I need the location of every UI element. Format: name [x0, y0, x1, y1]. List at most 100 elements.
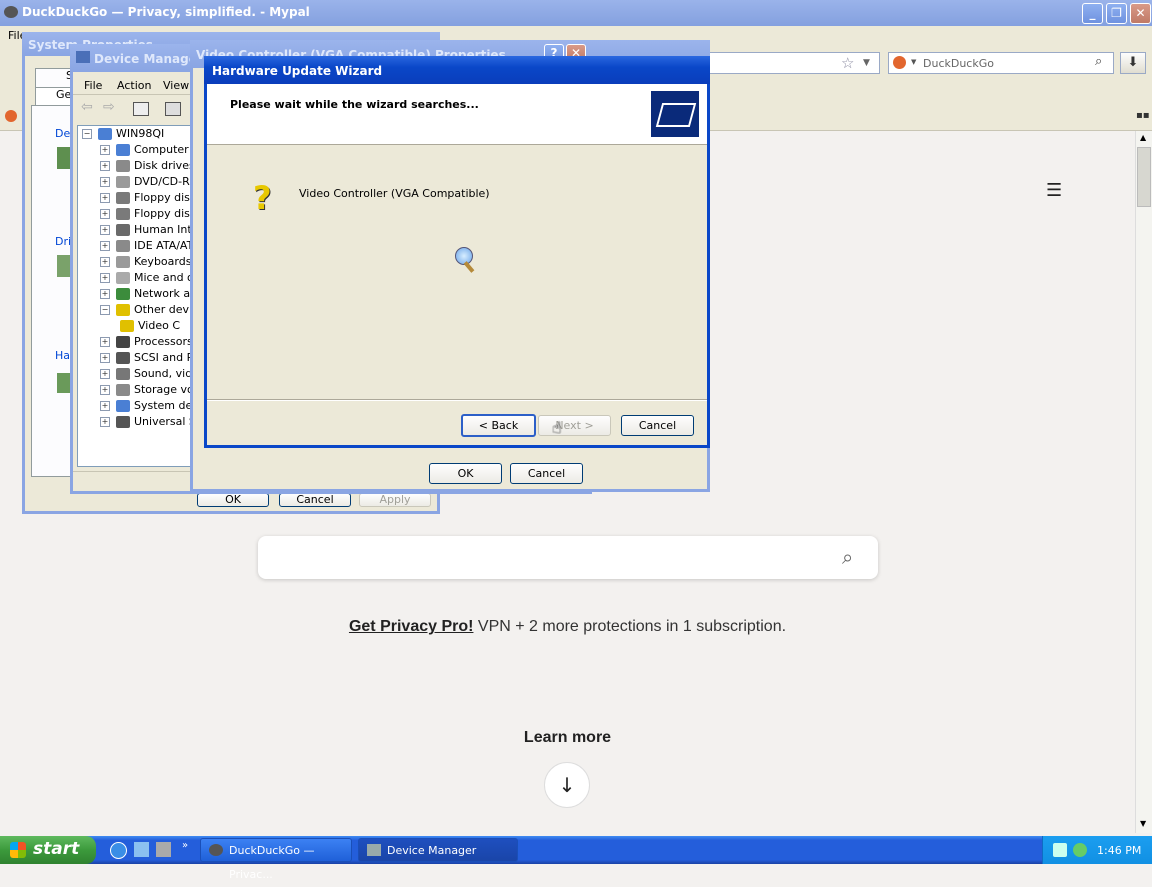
sysprop-ok-button[interactable]: OK: [197, 493, 269, 507]
expand-icon[interactable]: +: [100, 369, 110, 379]
expand-icon[interactable]: +: [100, 177, 110, 187]
learn-more-button[interactable]: ↓: [544, 762, 590, 808]
collapse-icon[interactable]: −: [82, 129, 92, 139]
quicklaunch-more-icon[interactable]: »: [182, 840, 188, 851]
tree-item-label: Disk drives: [134, 159, 195, 172]
tab-list-icon[interactable]: ▪▪: [1136, 110, 1150, 121]
expand-icon[interactable]: +: [100, 385, 110, 395]
wizard-cancel-button[interactable]: Cancel: [621, 415, 694, 436]
expand-icon[interactable]: +: [100, 193, 110, 203]
bookmark-star-icon[interactable]: ☆: [841, 54, 854, 72]
restore-button[interactable]: ❐: [1106, 3, 1127, 24]
wizard-next-button[interactable]: Next >: [538, 415, 611, 436]
expand-icon[interactable]: +: [100, 401, 110, 411]
start-button[interactable]: start: [0, 836, 96, 864]
tree-item[interactable]: + Sound, vide: [78, 366, 194, 382]
devmgr-menu-file[interactable]: File: [84, 79, 102, 92]
browser-title-bar[interactable]: DuckDuckGo — Privacy, simplified. - Mypa…: [0, 0, 1152, 26]
wizard-device-name: Video Controller (VGA Compatible): [299, 187, 490, 200]
vga-ok-button[interactable]: OK: [429, 463, 502, 484]
scroll-down-arrow-icon[interactable]: ▼: [1140, 819, 1146, 828]
forward-arrow-icon[interactable]: ⇨: [103, 99, 115, 115]
tree-item[interactable]: + Floppy disk: [78, 190, 194, 206]
quicklaunch-ie-icon[interactable]: [110, 842, 127, 859]
tree-root[interactable]: − WIN98QI: [78, 126, 194, 142]
search-engine-dropdown-icon[interactable]: ▼: [911, 58, 916, 66]
scroll-thumb[interactable]: [1137, 147, 1151, 207]
tree-item-label: Human Inte: [134, 223, 195, 236]
wizard-back-button[interactable]: < Back: [461, 414, 536, 437]
tree-item-label: Floppy disk: [134, 191, 195, 204]
search-engine-icon[interactable]: [893, 56, 906, 69]
tree-item-label: SCSI and R: [134, 351, 195, 364]
tree-item-label: System dev: [134, 399, 195, 412]
show-hide-tree-icon[interactable]: [133, 102, 149, 116]
scroll-up-arrow-icon[interactable]: ▲: [1140, 133, 1146, 142]
collapse-icon[interactable]: −: [100, 305, 110, 315]
expand-icon[interactable]: +: [100, 209, 110, 219]
properties-icon[interactable]: [165, 102, 181, 116]
download-button[interactable]: ⬇: [1120, 52, 1146, 74]
back-arrow-icon[interactable]: ⇦: [81, 99, 93, 115]
close-button[interactable]: ✕: [1130, 3, 1151, 24]
url-bar[interactable]: ☆ ▼: [700, 52, 880, 74]
browser-task-icon: [209, 844, 223, 856]
minimize-button[interactable]: _: [1082, 3, 1103, 24]
device-category-icon: [116, 224, 130, 236]
expand-icon[interactable]: +: [100, 161, 110, 171]
ddg-search-input[interactable]: ⌕: [258, 536, 878, 579]
quicklaunch-mypal-icon[interactable]: [156, 842, 171, 857]
tree-item[interactable]: + Universal S: [78, 414, 194, 430]
vga-cancel-button[interactable]: Cancel: [510, 463, 583, 484]
taskbar-item-device-manager[interactable]: Device Manager: [358, 838, 518, 862]
search-icon[interactable]: ⌕: [1095, 54, 1102, 69]
unknown-device-icon: ?: [253, 179, 272, 217]
page-scrollbar[interactable]: ▲ ▼: [1135, 131, 1152, 833]
tree-item-label: Floppy disk: [134, 207, 195, 220]
tree-item[interactable]: + Storage vo: [78, 382, 194, 398]
tree-item[interactable]: + Human Inte: [78, 222, 194, 238]
tree-item[interactable]: + Keyboards: [78, 254, 194, 270]
tree-item[interactable]: + IDE ATA/AT: [78, 238, 194, 254]
device-category-icon: [116, 368, 130, 380]
quicklaunch-desktop-icon[interactable]: [134, 842, 149, 857]
wizard-title-bar[interactable]: Hardware Update Wizard: [204, 56, 710, 84]
tree-item[interactable]: + DVD/CD-RO: [78, 174, 194, 190]
devmgr-menu-view[interactable]: View: [163, 79, 189, 92]
url-dropdown-icon[interactable]: ▼: [863, 58, 870, 68]
expand-icon[interactable]: +: [100, 273, 110, 283]
hardware-wizard-window: Hardware Update Wizard Please wait while…: [204, 56, 710, 448]
expand-icon[interactable]: +: [100, 145, 110, 155]
tree-item-label: Mice and ot: [134, 271, 195, 284]
search-box[interactable]: ▼ DuckDuckGo ⌕: [888, 52, 1114, 74]
tray-security-icon[interactable]: [1073, 843, 1087, 857]
privacy-pro-link[interactable]: Get Privacy Pro!: [349, 618, 474, 635]
tree-item[interactable]: + Disk drives: [78, 158, 194, 174]
hamburger-menu-icon[interactable]: ☰: [1046, 180, 1062, 201]
tree-item[interactable]: Video C: [78, 318, 194, 334]
tray-network-icon[interactable]: [1053, 843, 1067, 857]
device-category-icon: [116, 352, 130, 364]
tree-item[interactable]: + Network ac: [78, 286, 194, 302]
tree-item[interactable]: + Floppy disk: [78, 206, 194, 222]
expand-icon[interactable]: +: [100, 417, 110, 427]
ddg-search-icon[interactable]: ⌕: [842, 545, 853, 569]
sysprop-cancel-button[interactable]: Cancel: [279, 493, 351, 507]
sysprop-apply-button[interactable]: Apply: [359, 493, 431, 507]
expand-icon[interactable]: +: [100, 241, 110, 251]
tree-item[interactable]: + SCSI and R: [78, 350, 194, 366]
expand-icon[interactable]: +: [100, 289, 110, 299]
expand-icon[interactable]: +: [100, 225, 110, 235]
expand-icon[interactable]: +: [100, 353, 110, 363]
learn-more-label[interactable]: Learn more: [0, 729, 1135, 747]
devmgr-menu-action[interactable]: Action: [117, 79, 151, 92]
taskbar-item-browser[interactable]: DuckDuckGo — Privac...: [200, 838, 352, 881]
device-category-icon: [116, 256, 130, 268]
expand-icon[interactable]: +: [100, 337, 110, 347]
tree-item[interactable]: + System dev: [78, 398, 194, 414]
expand-icon[interactable]: +: [100, 257, 110, 267]
tree-item[interactable]: + Mice and ot: [78, 270, 194, 286]
tree-item[interactable]: − Other devic: [78, 302, 194, 318]
tree-item[interactable]: + Computer: [78, 142, 194, 158]
tree-item[interactable]: + Processors: [78, 334, 194, 350]
